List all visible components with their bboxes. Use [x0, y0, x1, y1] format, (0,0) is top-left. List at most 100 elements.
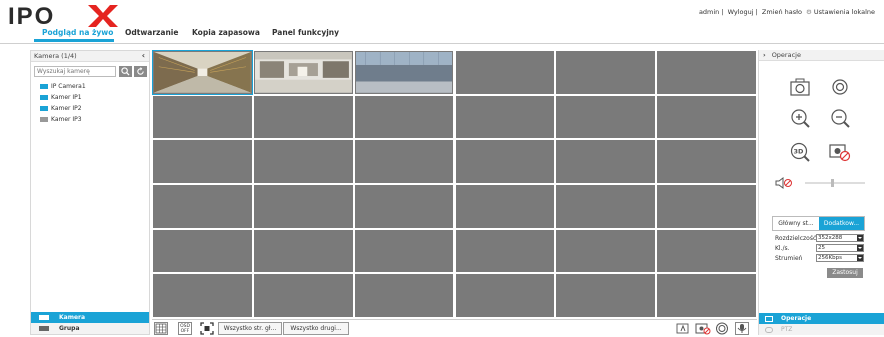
video-cell[interactable] — [152, 139, 253, 184]
group-section-label: Grupa — [59, 325, 80, 332]
camera-item[interactable]: Kamer IP2 — [40, 103, 149, 114]
camera-icon — [39, 315, 49, 320]
gear-icon: ⚙ — [806, 8, 812, 16]
tab-main-stream[interactable]: Główny st... — [773, 217, 819, 230]
operations-section-button[interactable]: Operacje — [759, 313, 884, 324]
fullscreen-icon[interactable] — [200, 322, 214, 335]
camera-feed-image — [254, 52, 352, 93]
active-tab-underline — [34, 39, 114, 42]
video-cell[interactable] — [353, 228, 455, 274]
header-divider — [0, 43, 884, 44]
video-cell[interactable] — [353, 94, 455, 140]
tab-function-panel[interactable]: Panel funkcyjny — [272, 28, 339, 37]
camera-item[interactable]: Kamer IP1 — [40, 92, 149, 103]
video-cell[interactable] — [353, 49, 455, 95]
video-cell[interactable] — [353, 273, 455, 318]
record-icon[interactable] — [715, 322, 729, 335]
camera-item[interactable]: Kamer IP3 — [40, 114, 149, 125]
video-cell[interactable] — [555, 228, 657, 274]
video-cell[interactable] — [555, 273, 657, 318]
digital-zoom-off-icon[interactable] — [829, 142, 851, 162]
camera-section-button[interactable]: Kamera — [31, 312, 149, 323]
chevron-down-icon — [857, 235, 863, 241]
camera-item[interactable]: IP Camera1 — [40, 81, 149, 92]
record-icon[interactable] — [829, 77, 851, 97]
local-settings-link[interactable]: Ustawienia lokalne — [814, 8, 875, 16]
volume-muted-icon[interactable] — [775, 177, 795, 189]
snapshot-all-icon[interactable] — [676, 322, 690, 335]
video-cell[interactable] — [555, 94, 657, 140]
video-cell[interactable] — [555, 139, 657, 184]
bitrate-select[interactable]: 256Kbps — [816, 254, 864, 262]
video-cell[interactable] — [656, 94, 757, 140]
video-cell[interactable] — [252, 228, 354, 274]
group-icon — [39, 326, 49, 331]
volume-slider-handle[interactable] — [831, 179, 834, 187]
bitrate-value: 256Kbps — [818, 255, 842, 261]
video-cell[interactable] — [252, 94, 354, 140]
fps-select[interactable]: 25 — [816, 244, 864, 252]
tab-backup[interactable]: Kopia zapasowa — [192, 28, 260, 37]
resolution-select[interactable]: 352x288 — [816, 234, 864, 242]
volume-control — [775, 177, 870, 189]
video-cell[interactable] — [555, 50, 657, 95]
ipox-logo: IPO — [8, 3, 118, 27]
tab-sub-stream[interactable]: Dodatkow... — [819, 217, 864, 230]
video-cell[interactable] — [454, 94, 556, 140]
video-cell[interactable] — [252, 139, 354, 184]
video-cell[interactable] — [454, 228, 556, 274]
video-cell[interactable] — [152, 184, 253, 229]
audio-icon[interactable] — [735, 322, 749, 335]
chevron-down-icon — [857, 245, 863, 251]
video-cell[interactable] — [656, 184, 757, 229]
zoom-out-icon[interactable] — [829, 108, 851, 128]
video-cell[interactable] — [353, 139, 455, 184]
video-cell[interactable] — [353, 184, 455, 229]
osd-toggle-button[interactable]: OSD OFF — [178, 322, 192, 335]
stream-tabs: Główny st... Dodatkow... — [772, 216, 865, 231]
video-cell[interactable] — [454, 139, 556, 184]
resolution-value: 352x288 — [818, 235, 843, 241]
volume-slider-track[interactable] — [805, 182, 865, 184]
video-cell[interactable] — [454, 184, 556, 229]
video-cell[interactable] — [454, 50, 556, 95]
video-cell[interactable] — [555, 184, 657, 229]
change-password-link[interactable]: Zmień hasło — [762, 8, 802, 16]
search-icon — [121, 67, 130, 76]
video-cell[interactable] — [152, 94, 253, 140]
video-cell[interactable] — [656, 273, 757, 318]
refresh-button[interactable] — [134, 66, 147, 77]
expand-icon[interactable]: › — [763, 51, 766, 59]
video-cell[interactable] — [152, 273, 253, 318]
video-cell[interactable] — [656, 139, 757, 184]
camera-offline-icon — [40, 117, 48, 122]
group-section-button[interactable]: Grupa — [31, 323, 149, 334]
snapshot-icon[interactable] — [789, 77, 811, 97]
video-cell[interactable] — [454, 273, 556, 318]
video-cell[interactable] — [152, 50, 253, 95]
camera-name: Kamer IP2 — [51, 105, 82, 112]
video-cell[interactable] — [656, 228, 757, 274]
logout-link[interactable]: Wyloguj — [728, 8, 754, 16]
chevron-down-icon — [857, 255, 863, 261]
tab-live-view[interactable]: Podgląd na żywo — [42, 28, 113, 37]
ptz-section-button[interactable]: PTZ — [759, 324, 884, 335]
3d-zoom-icon[interactable]: 3D — [789, 142, 811, 162]
video-cell[interactable] — [252, 273, 354, 318]
all-main-stream-button[interactable]: Wszystko str. gł... — [218, 322, 282, 335]
zoom-in-icon[interactable] — [789, 108, 811, 128]
search-button[interactable] — [119, 66, 132, 77]
video-cell[interactable] — [252, 50, 354, 95]
all-sub-stream-button[interactable]: Wszystko drugi... — [283, 322, 349, 335]
top-links: admin | Wyloguj | Zmień hasło ⚙ Ustawienia … — [698, 8, 876, 16]
video-cell[interactable] — [252, 184, 354, 229]
video-cell[interactable] — [656, 50, 757, 95]
ptz-icon — [765, 326, 773, 333]
layout-icon[interactable] — [154, 322, 168, 335]
camera-search-input[interactable] — [34, 66, 116, 77]
video-cell[interactable] — [152, 228, 253, 274]
record-off-icon[interactable] — [695, 322, 711, 335]
collapse-icon[interactable]: ‹ — [142, 51, 145, 60]
tab-playback[interactable]: Odtwarzanie — [125, 28, 178, 37]
apply-button[interactable]: Zastosuj — [827, 268, 863, 278]
